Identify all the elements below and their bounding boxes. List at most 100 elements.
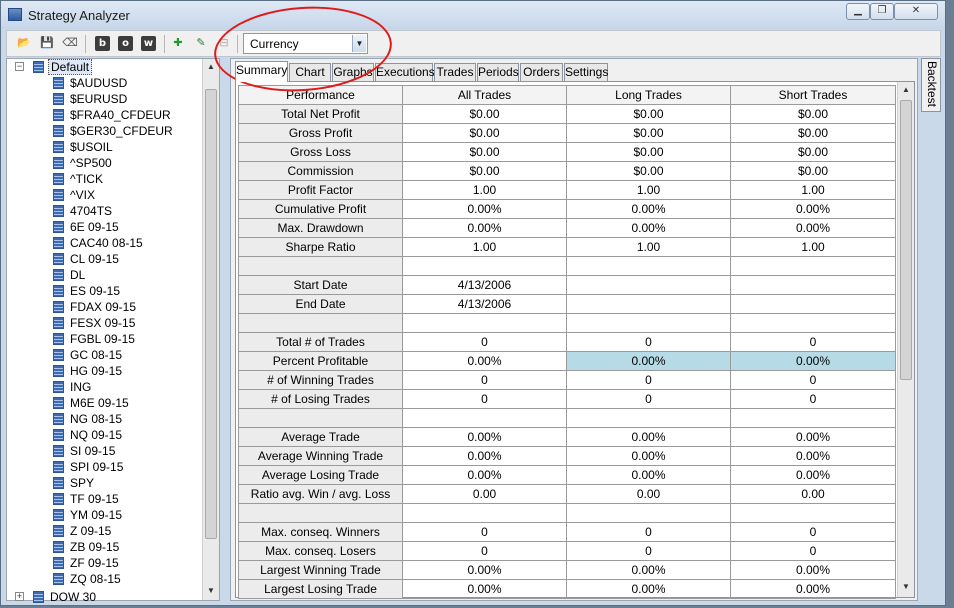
tree-group-default[interactable]: − Default <box>7 59 202 75</box>
currency-dropdown[interactable]: Currency ▼ <box>243 33 368 54</box>
add-icon[interactable]: ✚ <box>169 34 187 52</box>
tab-trades[interactable]: Trades <box>434 63 476 82</box>
table-row[interactable]: Largest Losing Trade 0.00% 0.00% 0.00% <box>238 579 896 599</box>
table-row[interactable]: Average Winning Trade 0.00% 0.00% 0.00% <box>238 446 896 466</box>
tree-item[interactable]: ZF 09-15 <box>7 555 202 571</box>
table-scroll-thumb[interactable] <box>900 100 912 380</box>
tree-item[interactable]: ^VIX <box>7 187 202 203</box>
tree-item[interactable]: SI 09-15 <box>7 443 202 459</box>
table-row[interactable]: Start Date 4/13/2006 <box>238 275 896 295</box>
tree-item[interactable]: FGBL 09-15 <box>7 331 202 347</box>
table-row[interactable]: # of Winning Trades 0 0 0 <box>238 370 896 390</box>
table-row[interactable] <box>238 408 896 428</box>
side-tab-backtest[interactable]: Backtest <box>921 58 941 112</box>
tree-item[interactable]: M6E 09-15 <box>7 395 202 411</box>
tab-graphs[interactable]: Graphs <box>332 63 374 82</box>
collapse-icon[interactable]: − <box>15 62 24 71</box>
title-bar[interactable]: Strategy Analyzer ▁ ❐ ✕ <box>1 1 945 29</box>
tree-item[interactable]: 6E 09-15 <box>7 219 202 235</box>
scroll-down-icon[interactable]: ▼ <box>898 579 914 595</box>
scroll-down-icon[interactable]: ▼ <box>203 583 219 599</box>
tree-item[interactable]: SPI 09-15 <box>7 459 202 475</box>
b-icon[interactable]: b <box>95 36 110 51</box>
table-row[interactable]: Cumulative Profit 0.00% 0.00% 0.00% <box>238 199 896 219</box>
tree-item[interactable]: GC 08-15 <box>7 347 202 363</box>
panel-splitter[interactable] <box>220 58 228 601</box>
table-row[interactable] <box>238 256 896 276</box>
table-row[interactable]: Average Losing Trade 0.00% 0.00% 0.00% <box>238 465 896 485</box>
table-row[interactable]: Max. conseq. Losers 0 0 0 <box>238 541 896 561</box>
minimize-button[interactable]: ▁ <box>846 3 870 20</box>
table-row[interactable]: Commission $0.00 $0.00 $0.00 <box>238 161 896 181</box>
instrument-list-icon <box>53 525 64 537</box>
tree-item[interactable]: NQ 09-15 <box>7 427 202 443</box>
tree-item[interactable]: $FRA40_CFDEUR <box>7 107 202 123</box>
open-folder-icon[interactable]: 📂 <box>15 34 33 52</box>
tree-item[interactable]: 4704TS <box>7 203 202 219</box>
tree-scroll-thumb[interactable] <box>205 89 217 539</box>
close-button[interactable]: ✕ <box>894 3 938 20</box>
table-row[interactable]: Average Trade 0.00% 0.00% 0.00% <box>238 427 896 447</box>
tree-item[interactable]: FESX 09-15 <box>7 315 202 331</box>
tree-item[interactable]: HG 09-15 <box>7 363 202 379</box>
table-row[interactable] <box>238 503 896 523</box>
tab-chart[interactable]: Chart <box>289 63 331 82</box>
chevron-down-icon[interactable]: ▼ <box>352 35 366 52</box>
tree-item[interactable]: CL 09-15 <box>7 251 202 267</box>
tree-item[interactable]: ^TICK <box>7 171 202 187</box>
tree-item[interactable]: $EURUSD <box>7 91 202 107</box>
scroll-up-icon[interactable]: ▲ <box>203 59 219 75</box>
table-row[interactable]: Total Net Profit $0.00 $0.00 $0.00 <box>238 104 896 124</box>
table-row[interactable]: Percent Profitable 0.00% 0.00% 0.00% <box>238 351 896 371</box>
column-header[interactable]: Performance <box>238 85 403 105</box>
remove-icon[interactable]: ⊟ <box>215 34 233 52</box>
column-header[interactable]: All Trades <box>402 85 567 105</box>
table-row[interactable]: # of Losing Trades 0 0 0 <box>238 389 896 409</box>
table-row[interactable]: Sharpe Ratio 1.00 1.00 1.00 <box>238 237 896 257</box>
table-row[interactable]: End Date 4/13/2006 <box>238 294 896 314</box>
table-row[interactable]: Profit Factor 1.00 1.00 1.00 <box>238 180 896 200</box>
tree-item[interactable]: ^SP500 <box>7 155 202 171</box>
tree-group-dow30[interactable]: + DOW 30 <box>7 589 202 605</box>
w-icon[interactable]: w <box>141 36 156 51</box>
column-header[interactable]: Short Trades <box>730 85 896 105</box>
table-row[interactable]: Total # of Trades 0 0 0 <box>238 332 896 352</box>
tree-item[interactable]: FDAX 09-15 <box>7 299 202 315</box>
save-icon[interactable]: 💾 <box>38 34 56 52</box>
table-row[interactable]: Gross Profit $0.00 $0.00 $0.00 <box>238 123 896 143</box>
table-row[interactable]: Max. Drawdown 0.00% 0.00% 0.00% <box>238 218 896 238</box>
o-icon[interactable]: o <box>118 36 133 51</box>
table-row[interactable]: Gross Loss $0.00 $0.00 $0.00 <box>238 142 896 162</box>
clear-icon[interactable]: ⌫ <box>61 34 79 52</box>
tree-item[interactable]: DL <box>7 267 202 283</box>
tree-item[interactable]: CAC40 08-15 <box>7 235 202 251</box>
table-row[interactable]: Max. conseq. Winners 0 0 0 <box>238 522 896 542</box>
tree-item[interactable]: SPY <box>7 475 202 491</box>
tree-item[interactable]: YM 09-15 <box>7 507 202 523</box>
edit-icon[interactable]: ✎ <box>192 34 210 52</box>
column-header[interactable]: Long Trades <box>566 85 731 105</box>
restore-button[interactable]: ❐ <box>870 3 894 20</box>
table-scrollbar[interactable]: ▲ ▼ <box>897 82 914 597</box>
table-row[interactable] <box>238 313 896 333</box>
tree-item[interactable]: NG 08-15 <box>7 411 202 427</box>
tree-item[interactable]: Z 09-15 <box>7 523 202 539</box>
tree-item[interactable]: ING <box>7 379 202 395</box>
scroll-up-icon[interactable]: ▲ <box>898 82 914 98</box>
tree-item[interactable]: $USOIL <box>7 139 202 155</box>
table-row[interactable]: Ratio avg. Win / avg. Loss 0.00 0.00 0.00 <box>238 484 896 504</box>
tree-item[interactable]: $GER30_CFDEUR <box>7 123 202 139</box>
expand-icon[interactable]: + <box>15 592 24 601</box>
tab-periods[interactable]: Periods <box>477 63 519 82</box>
tree-item[interactable]: TF 09-15 <box>7 491 202 507</box>
tree-item[interactable]: ZB 09-15 <box>7 539 202 555</box>
tab-summary[interactable]: Summary <box>235 61 288 82</box>
tree-item[interactable]: ES 09-15 <box>7 283 202 299</box>
table-row[interactable]: Largest Winning Trade 0.00% 0.00% 0.00% <box>238 560 896 580</box>
tab-executions[interactable]: Executions <box>375 63 435 82</box>
tab-settings[interactable]: Settings <box>564 63 608 82</box>
tree-item[interactable]: ZQ 08-15 <box>7 571 202 587</box>
tree-item[interactable]: $AUDUSD <box>7 75 202 91</box>
tab-orders[interactable]: Orders <box>520 63 563 82</box>
tree-scrollbar[interactable]: ▲ ▼ <box>202 59 219 600</box>
